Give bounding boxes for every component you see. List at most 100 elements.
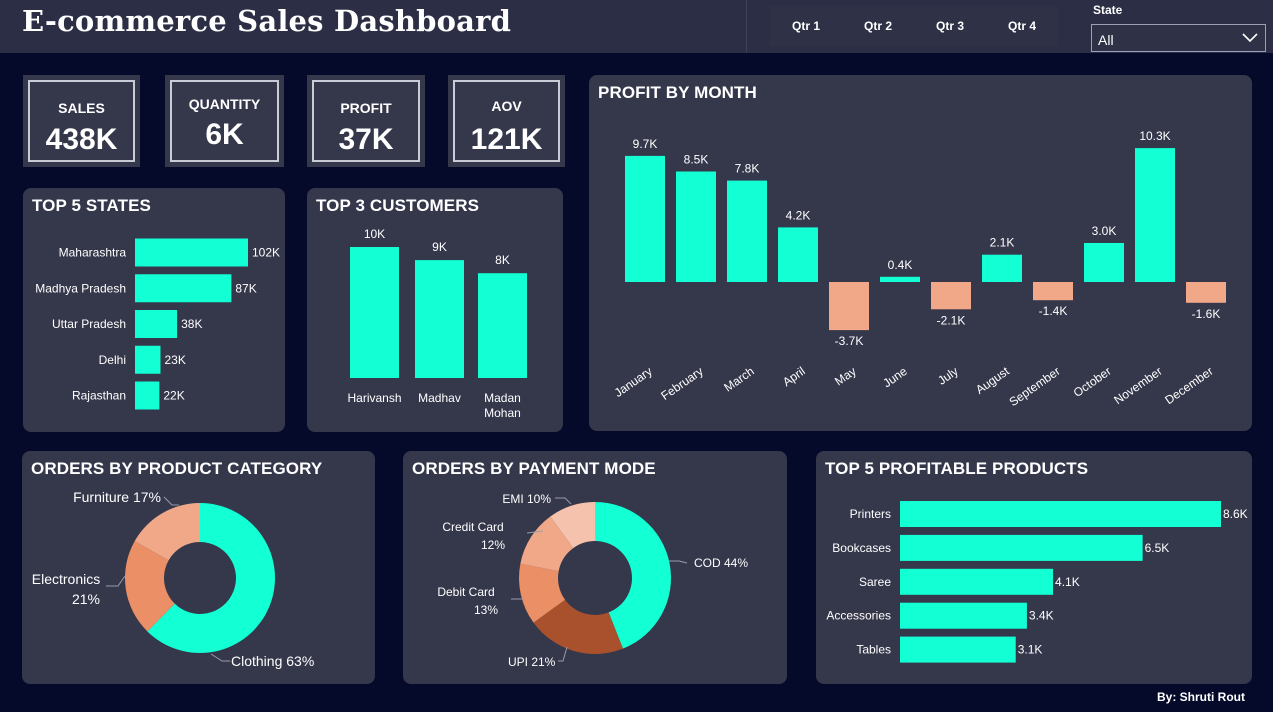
bar (1186, 282, 1226, 303)
category-label: Saree (859, 575, 891, 589)
category-label: Madhya Pradesh (35, 281, 126, 295)
month-label: May (832, 364, 859, 388)
top-products-card: TOP 5 PROFITABLE PRODUCTS Printers 8.6K Bo… (816, 451, 1252, 684)
month-label: November (1111, 364, 1164, 407)
quarter-button-2[interactable]: Qtr 2 (842, 6, 914, 46)
quarter-button-1[interactable]: Qtr 1 (770, 6, 842, 46)
top-states-chart: Maharashtra 102K Madhya Pradesh 87K Uttar Pr… (35, 238, 280, 410)
data-label: 8K (495, 253, 510, 267)
bar (931, 282, 971, 310)
data-label: 6.5K (1145, 541, 1170, 555)
slice-label: Electronics (32, 571, 100, 587)
dashboard-title: E-commerce Sales Dashboard (22, 4, 512, 38)
month-label: October (1071, 364, 1114, 400)
state-filter-value: All (1098, 32, 1114, 48)
bar (1033, 282, 1073, 301)
top-states-card: TOP 5 STATES Maharashtra 102K Madhya Prade… (23, 188, 285, 432)
month-label: June (880, 364, 910, 391)
leader-line (163, 496, 179, 506)
leader-line (669, 560, 688, 564)
category-label: Bookcases (832, 541, 891, 555)
bar (135, 238, 248, 267)
slice-label: UPI 21% (508, 655, 556, 669)
bar (1084, 243, 1124, 282)
top-customers-chart: 10K Harivansh 9K Madhav 8K Madan Mohan (347, 227, 527, 420)
bar (900, 602, 1027, 629)
top-customers-card: TOP 3 CUSTOMERS 10K Harivansh 9K Madhav 8K Ma… (307, 188, 563, 432)
orders-by-category-card: ORDERS BY PRODUCT CATEGORY Clothing 63% E… (22, 451, 375, 684)
bar (880, 276, 920, 282)
slice-label: EMI 10% (502, 492, 551, 506)
month-label: September (1007, 364, 1063, 409)
author-credit: By: Shruti Rout (1157, 690, 1245, 704)
month-label: January (612, 364, 655, 400)
leader-line (106, 575, 126, 587)
slice-label: Clothing 63% (231, 653, 314, 669)
bar (625, 155, 665, 282)
bar (778, 227, 818, 282)
leader-line (210, 653, 230, 662)
data-label: 10K (364, 227, 385, 241)
state-filter-label: State (1093, 3, 1123, 17)
data-label: 23K (164, 353, 185, 367)
orders-by-category-chart: Clothing 63% Electronics 21% Furniture 17% (32, 489, 315, 669)
data-label: -1.6K (1192, 307, 1221, 321)
data-label: 7.8K (735, 162, 760, 176)
data-label: 8.6K (1223, 507, 1248, 521)
data-label: 8.5K (684, 153, 709, 167)
bar (727, 180, 767, 282)
month-label: March (721, 364, 756, 395)
orders-by-payment-card: ORDERS BY PAYMENT MODE COD 44% UPI 21% Deb… (403, 451, 787, 684)
kpi-value: 121K (470, 123, 543, 156)
bar (135, 310, 178, 338)
bar (135, 274, 232, 303)
category-label: Accessories (826, 609, 891, 623)
profit-by-month-card: PROFIT BY MONTH 9.7K January 8.5K February 7… (589, 75, 1252, 431)
data-label: 3.1K (1018, 643, 1043, 657)
category-label: Maharashtra (59, 246, 127, 260)
slice-label: 12% (481, 538, 505, 552)
leader-line (558, 646, 568, 662)
bar (900, 534, 1143, 561)
quarter-button-4[interactable]: Qtr 4 (986, 6, 1058, 46)
data-label: 4.1K (1055, 575, 1080, 589)
data-label: 2.1K (990, 236, 1015, 250)
category-label: Madan Mohan (484, 391, 521, 420)
data-label: 3.4K (1029, 609, 1054, 623)
kpi-frame: PROFIT 37K (312, 80, 420, 162)
state-filter-dropdown[interactable]: All (1091, 24, 1266, 52)
kpi-label: PROFIT (340, 100, 392, 116)
kpi-value: 438K (45, 123, 118, 156)
kpi-card-quantity: QUANTITY 6K (165, 75, 284, 167)
kpi-card-profit: PROFIT 37K (307, 75, 425, 167)
bar (982, 254, 1022, 282)
category-label: Rajasthan (72, 389, 126, 403)
quarter-button-3[interactable]: Qtr 3 (914, 6, 986, 46)
kpi-frame: AOV 121K (453, 80, 560, 162)
category-label: Delhi (99, 353, 126, 367)
month-label: August (973, 364, 1012, 397)
bar (900, 501, 1221, 527)
bar (900, 636, 1016, 663)
kpi-frame: SALES 438K (28, 80, 135, 162)
profit-by-month-chart: 9.7K January 8.5K February 7.8K March 4.2K Apri… (612, 129, 1226, 409)
data-label: 22K (163, 389, 184, 403)
kpi-value: 6K (205, 118, 244, 151)
header-divider (746, 0, 747, 53)
slice-label: Credit Card (442, 520, 503, 534)
category-label: Printers (850, 507, 891, 521)
kpi-label: AOV (491, 98, 522, 114)
chevron-down-icon (1242, 33, 1258, 43)
data-label: 10.3K (1139, 129, 1170, 143)
orders-by-payment-chart: COD 44% UPI 21% Debit Card 13% Credit Card 12… (437, 492, 748, 669)
month-label: April (780, 364, 808, 389)
bar (135, 345, 161, 374)
slice-label: Furniture 17% (73, 489, 161, 505)
slice-label: Debit Card (437, 585, 494, 599)
bar (135, 381, 160, 410)
bar (829, 282, 869, 331)
kpi-card-sales: SALES 438K (23, 75, 140, 167)
data-label: 38K (181, 317, 202, 331)
data-label: 87K (235, 281, 256, 295)
slice-label: COD 44% (694, 556, 748, 570)
